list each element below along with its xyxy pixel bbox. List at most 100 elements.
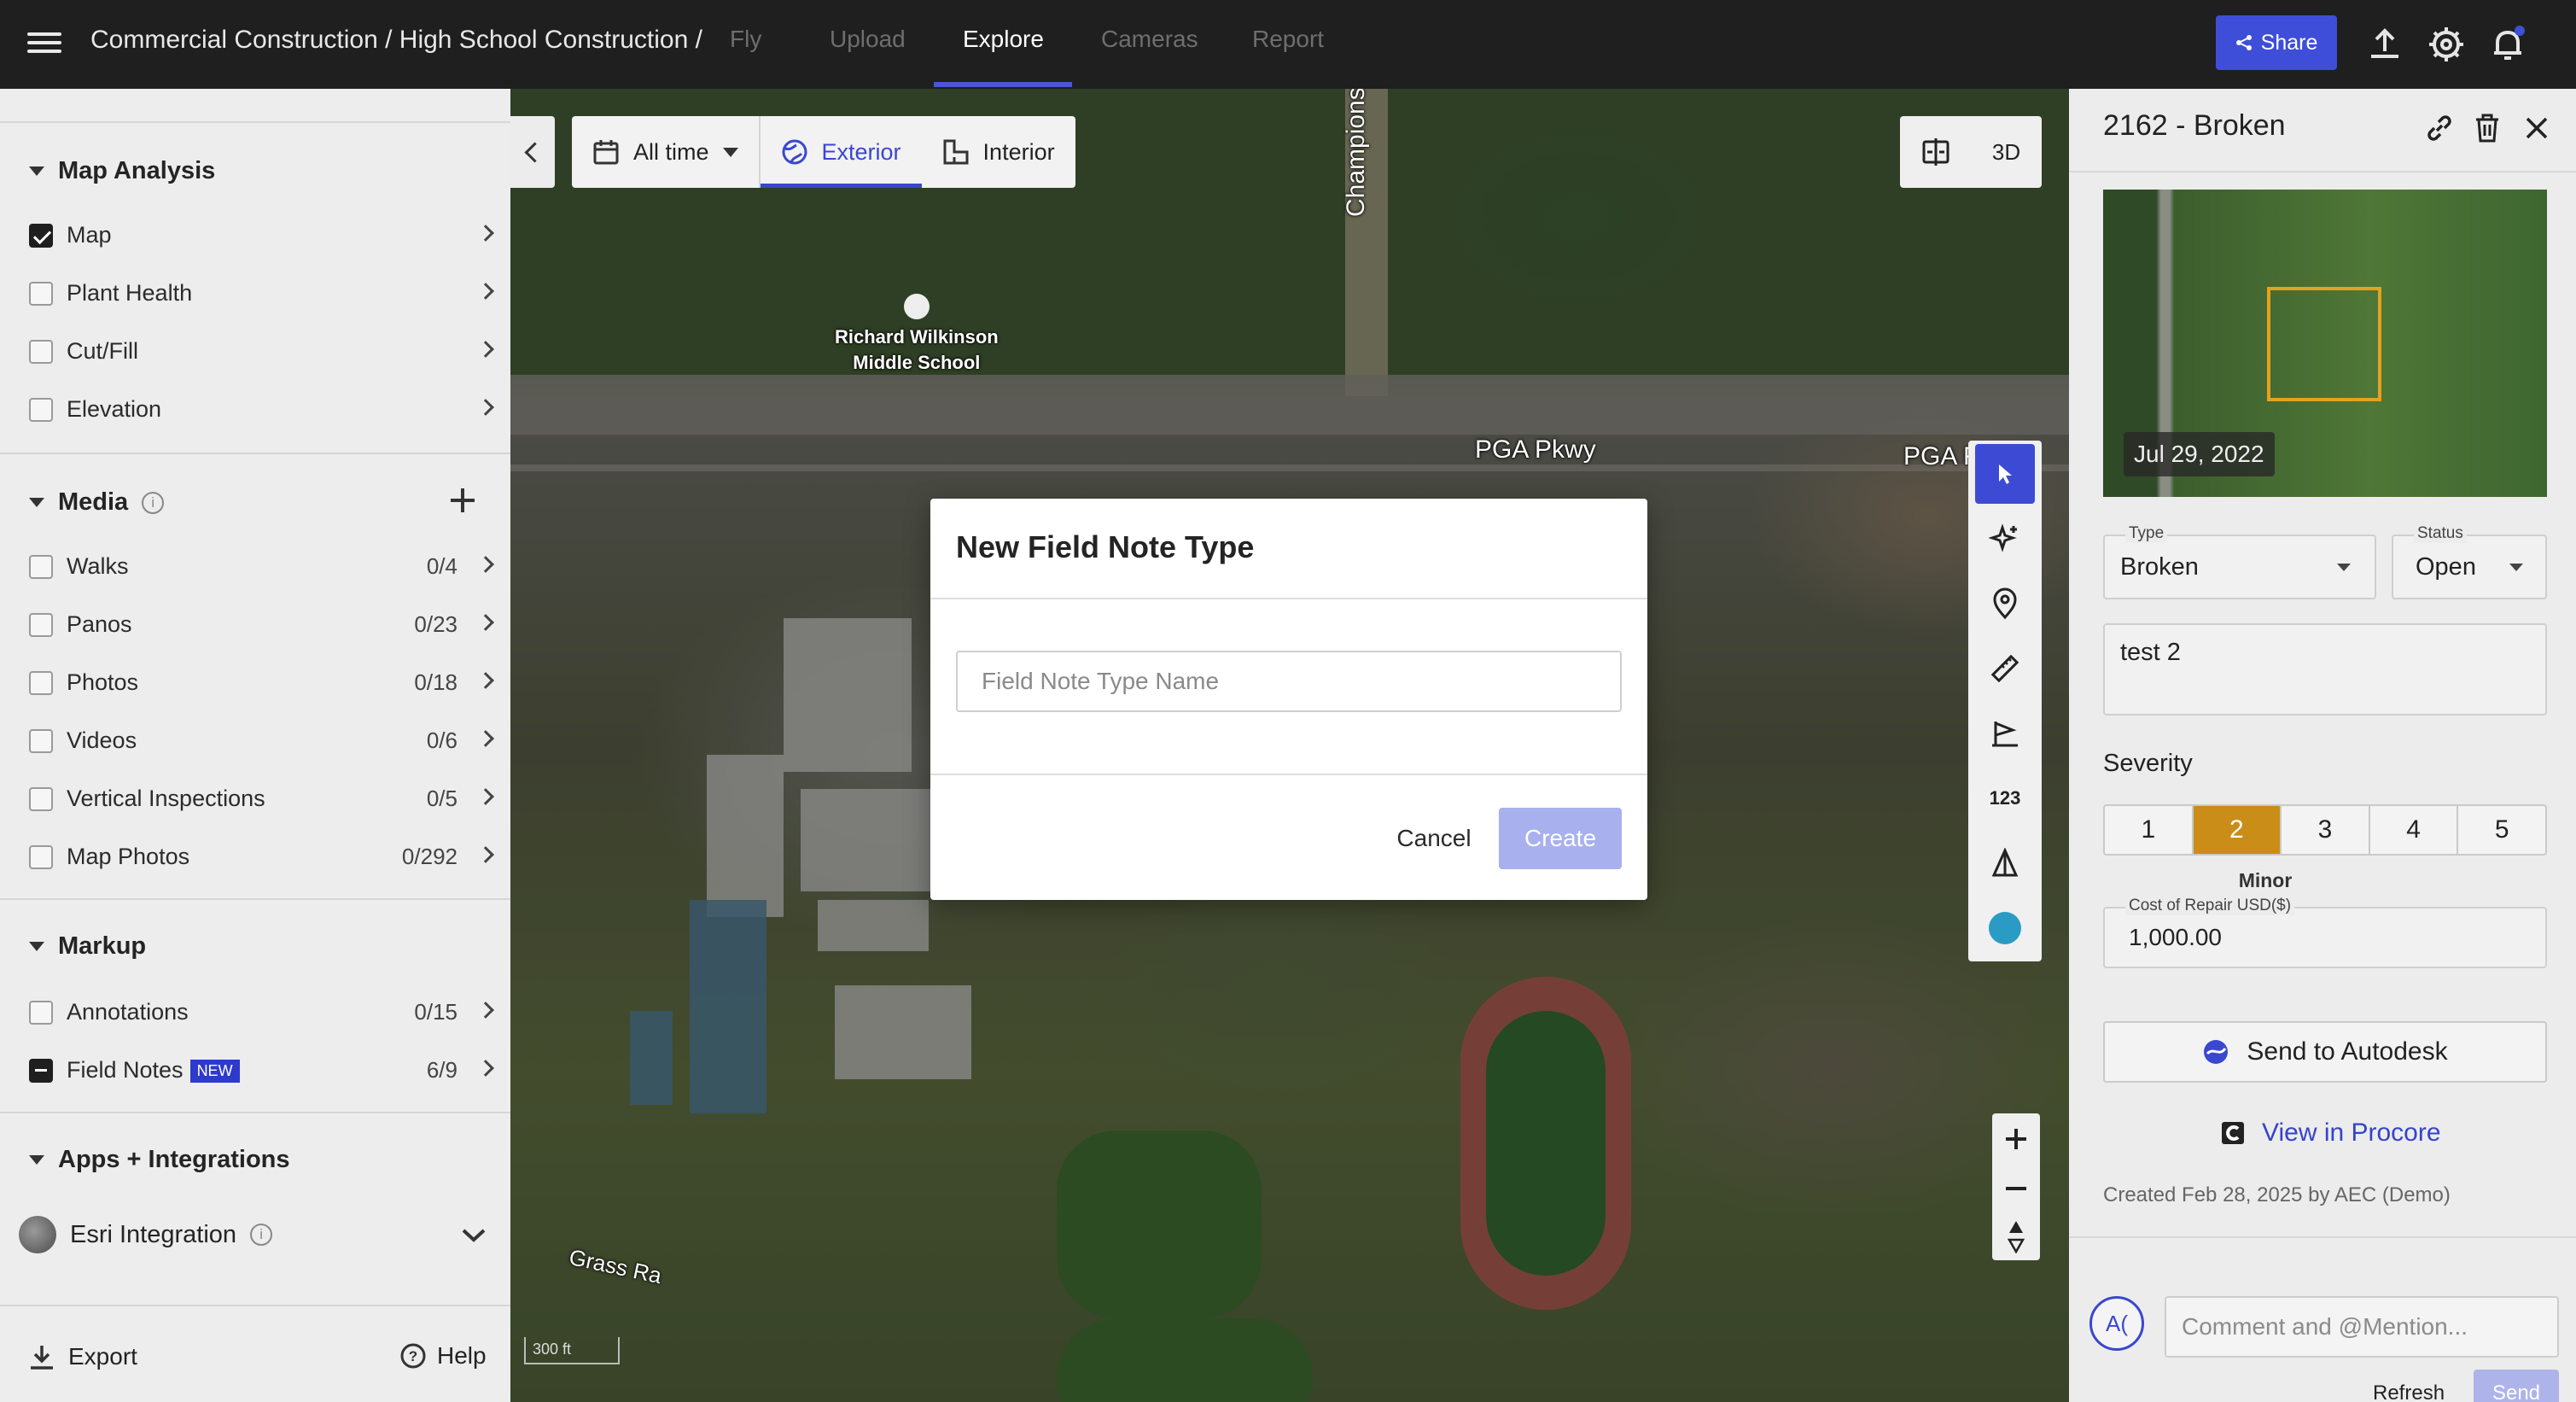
esri-integration-row[interactable]: Esri Integration i xyxy=(19,1216,273,1253)
checkbox[interactable] xyxy=(29,340,53,364)
color-picker-button[interactable] xyxy=(1975,898,2035,958)
chevron-right-icon[interactable] xyxy=(477,399,494,416)
upload-icon[interactable] xyxy=(2364,24,2405,65)
close-icon[interactable] xyxy=(2520,111,2554,145)
layer-row-elevation[interactable]: Elevation xyxy=(0,386,510,434)
note-textarea[interactable]: test 2 xyxy=(2103,623,2547,716)
export-button[interactable]: Export xyxy=(27,1342,137,1371)
field-note-thumbnail[interactable]: Jul 29, 2022 xyxy=(2103,190,2547,497)
checkbox[interactable] xyxy=(29,671,53,695)
chevron-right-icon[interactable] xyxy=(477,283,494,300)
checkbox[interactable] xyxy=(29,398,53,422)
gear-icon[interactable] xyxy=(2426,24,2467,65)
tab-explore[interactable]: Explore xyxy=(963,26,1044,53)
section-map-analysis[interactable]: Map Analysis xyxy=(29,157,215,185)
chevron-right-icon[interactable] xyxy=(477,1060,494,1077)
chevron-down-icon[interactable] xyxy=(461,1228,487,1243)
layer-row-walks[interactable]: Walks 0/4 xyxy=(0,543,510,591)
info-icon[interactable]: i xyxy=(250,1224,273,1246)
layer-row-annotations[interactable]: Annotations 0/15 xyxy=(0,989,510,1037)
tab-upload[interactable]: Upload xyxy=(830,26,906,53)
layer-row-field-notes[interactable]: Field Notes NEW 6/9 xyxy=(0,1047,510,1095)
compare-view-button[interactable] xyxy=(1900,116,1971,188)
chevron-right-icon[interactable] xyxy=(477,846,494,863)
send-to-autodesk-button[interactable]: Send to Autodesk xyxy=(2103,1021,2547,1083)
layer-row-plant-health[interactable]: Plant Health xyxy=(0,270,510,318)
section-media[interactable]: Media i xyxy=(29,488,481,517)
layer-count: 0/23 xyxy=(414,611,458,637)
chevron-right-icon[interactable] xyxy=(477,225,494,242)
checkbox[interactable] xyxy=(29,224,53,248)
layer-row-panos[interactable]: Panos 0/23 xyxy=(0,601,510,649)
cancel-button[interactable]: Cancel xyxy=(1374,808,1494,869)
comment-input[interactable] xyxy=(2165,1296,2559,1358)
layer-row-map-photos[interactable]: Map Photos 0/292 xyxy=(0,833,510,881)
caret-down-icon xyxy=(29,166,44,176)
volume-tool-button[interactable] xyxy=(1975,833,2035,893)
compass-icon[interactable] xyxy=(2004,1219,2028,1253)
checkbox[interactable] xyxy=(29,282,53,306)
severity-option-5[interactable]: 5 xyxy=(2458,806,2545,854)
section-apps-integrations[interactable]: Apps + Integrations xyxy=(29,1146,290,1174)
breadcrumb[interactable]: Commercial Construction / High School Co… xyxy=(90,26,702,55)
tab-exterior[interactable]: Exterior xyxy=(760,116,922,188)
collapse-sidebar-button[interactable] xyxy=(510,116,555,188)
section-markup[interactable]: Markup xyxy=(29,932,146,961)
chevron-right-icon[interactable] xyxy=(477,341,494,358)
severity-option-1[interactable]: 1 xyxy=(2105,806,2194,854)
tab-cameras[interactable]: Cameras xyxy=(1101,26,1198,53)
chevron-right-icon[interactable] xyxy=(477,1002,494,1019)
checkbox[interactable] xyxy=(29,1059,53,1083)
tab-fly[interactable]: Fly xyxy=(730,26,761,53)
checkbox[interactable] xyxy=(29,613,53,637)
chevron-right-icon[interactable] xyxy=(477,556,494,573)
chevron-right-icon[interactable] xyxy=(477,672,494,689)
bell-icon[interactable] xyxy=(2487,24,2528,65)
section-title: Map Analysis xyxy=(58,157,216,184)
layers-sidebar: Map Analysis Map Plant Health Cut/Fill E… xyxy=(0,89,510,1402)
status-select[interactable]: Status Open xyxy=(2392,524,2547,599)
chevron-right-icon[interactable] xyxy=(477,614,494,631)
select-tool-button[interactable] xyxy=(1975,444,2035,504)
3d-view-button[interactable]: 3D xyxy=(1971,116,2042,188)
refresh-button[interactable]: Refresh xyxy=(2373,1382,2445,1402)
severity-option-3[interactable]: 3 xyxy=(2282,806,2370,854)
link-icon[interactable] xyxy=(2422,111,2457,145)
view-in-procore-link[interactable]: View in Procore xyxy=(2219,1119,2441,1148)
pin-tool-button[interactable] xyxy=(1975,574,2035,634)
zoom-out-icon[interactable] xyxy=(2002,1175,2030,1202)
info-icon[interactable]: i xyxy=(142,491,165,514)
create-button[interactable]: Create xyxy=(1499,808,1622,869)
cost-of-repair-input[interactable]: Cost of Repair USD($) 1,000.00 xyxy=(2103,897,2547,968)
layer-row-videos[interactable]: Videos 0/6 xyxy=(0,717,510,765)
path-tool-button[interactable] xyxy=(1975,704,2035,763)
tab-report[interactable]: Report xyxy=(1252,26,1324,53)
send-button[interactable]: Send xyxy=(2474,1370,2559,1402)
layer-row-photos[interactable]: Photos 0/18 xyxy=(0,659,510,707)
checkbox[interactable] xyxy=(29,845,53,869)
checkbox[interactable] xyxy=(29,787,53,811)
menu-icon[interactable] xyxy=(27,27,61,61)
field-note-type-name-input[interactable] xyxy=(956,651,1622,712)
help-button[interactable]: ? Help xyxy=(399,1342,487,1370)
checkbox[interactable] xyxy=(29,729,53,753)
severity-option-2[interactable]: 2 xyxy=(2193,806,2282,854)
tab-interior[interactable]: Interior xyxy=(922,116,1075,188)
trash-icon[interactable] xyxy=(2470,111,2504,145)
time-filter-dropdown[interactable]: All time xyxy=(572,116,759,188)
layer-row-cut-fill[interactable]: Cut/Fill xyxy=(0,328,510,376)
chevron-right-icon[interactable] xyxy=(477,730,494,747)
layer-row-vertical-inspections[interactable]: Vertical Inspections 0/5 xyxy=(0,775,510,823)
measure-tool-button[interactable] xyxy=(1975,639,2035,698)
chevron-right-icon[interactable] xyxy=(477,788,494,805)
checkbox[interactable] xyxy=(29,1001,53,1025)
count-tool-button[interactable]: 123 xyxy=(1975,768,2035,828)
share-button[interactable]: Share xyxy=(2216,15,2337,70)
type-select[interactable]: Type Broken xyxy=(2103,524,2376,599)
ai-annotate-tool-button[interactable] xyxy=(1975,509,2035,569)
layer-row-map[interactable]: Map xyxy=(0,212,510,260)
checkbox[interactable] xyxy=(29,555,53,579)
add-media-button[interactable] xyxy=(451,488,475,512)
zoom-in-icon[interactable] xyxy=(2002,1125,2030,1153)
severity-option-4[interactable]: 4 xyxy=(2370,806,2459,854)
